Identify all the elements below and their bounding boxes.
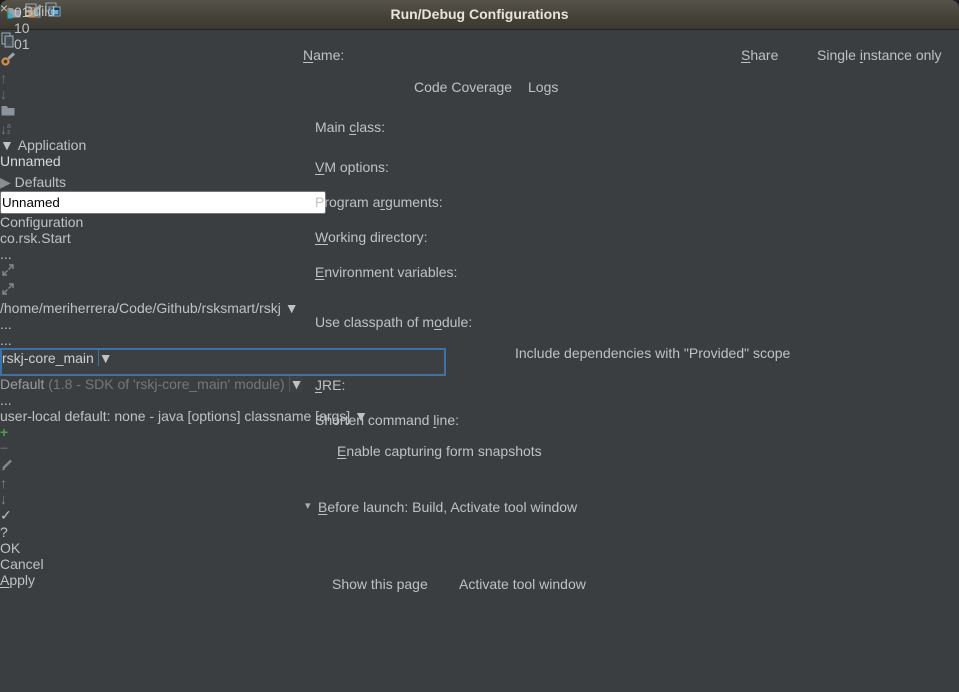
jre-label: JRE: [315,377,345,393]
folder-icon[interactable] [0,102,959,121]
edit-defaults-icon[interactable] [0,51,959,70]
name-label: Name: [303,47,344,63]
use-classpath-label: Use classpath of module: [315,314,472,330]
working-directory-browse-button[interactable]: ... [0,316,959,332]
chevron-down-icon[interactable]: ▼ [0,137,14,153]
form-snapshots-label[interactable]: Enable capturing form snapshots [337,443,542,459]
window-title: Run/Debug Configurations [0,6,959,22]
jre-browse-button[interactable]: ... [0,392,959,408]
collapse-section-icon[interactable]: ▾ [305,499,311,512]
run-debug-configurations-dialog: Run/Debug Configurations × + − ↑ ↓ ↓az ▼ [0,0,959,692]
chevron-down-icon[interactable]: ▼ [289,376,304,392]
chevron-down-icon[interactable]: ▼ [98,350,113,366]
activate-tool-window-label[interactable]: Activate tool window [459,576,586,592]
build-icon: ↓ [5,2,12,17]
main-class-browse-button[interactable]: ... [0,246,959,262]
share-label[interactable]: Share [741,47,778,63]
ok-button[interactable]: OK [0,540,70,556]
program-arguments-field[interactable] [0,281,443,300]
help-button[interactable]: ? [0,524,959,540]
vm-options-label: VM options: [315,159,389,175]
environment-variables-label: Environment variables: [315,264,457,280]
expand-field-icon[interactable] [0,284,16,300]
working-directory-label: Working directory: [315,229,428,245]
tab-configuration[interactable]: Configuration [0,214,959,230]
include-provided-label[interactable]: Include dependencies with "Provided" sco… [515,345,790,361]
sort-alphabetically-icon[interactable]: ↓az [0,121,959,137]
check-icon: ✓ [0,507,12,523]
add-task-icon[interactable]: + [0,424,959,440]
title-bar: Run/Debug Configurations × [0,0,959,30]
tree-item-unnamed[interactable]: Unnamed [0,153,959,174]
environment-variables-browse-button[interactable]: ... [0,332,959,348]
before-launch-header[interactable]: Before launch: Build, Activate tool wind… [318,499,577,515]
configurations-tree: ▼ Application Unnamed ▶ [0,137,959,191]
cancel-button[interactable]: Cancel [0,556,61,572]
tree-item-defaults[interactable]: ▶ Defaults [0,174,959,191]
move-task-up-icon[interactable]: ↑ [0,475,959,491]
jre-combo[interactable]: Default (1.8 - SDK of 'rskj-core_main' m… [0,376,414,392]
main-class-label: Main class: [315,119,385,135]
question-icon: ? [0,524,8,540]
tree-item-application[interactable]: ▼ Application [0,137,959,153]
single-instance-label[interactable]: Single instance only [817,47,942,63]
apply-button[interactable]: Apply [0,572,61,588]
chevron-down-icon[interactable]: ▼ [285,300,299,316]
show-this-page-label[interactable]: Show this page [332,576,428,592]
chevron-right-icon[interactable]: ▶ [0,174,11,190]
use-classpath-combo[interactable]: rskj-core_main ▼ [0,348,446,376]
tab-code-coverage[interactable]: Code Coverage [414,79,527,101]
program-arguments-label: Program arguments: [315,194,443,210]
tab-logs[interactable]: Logs [528,79,579,101]
shorten-command-line-label: Shorten command line: [315,412,459,428]
name-input[interactable] [0,191,326,214]
copy-configuration-icon[interactable] [0,32,959,51]
expand-field-icon[interactable] [0,265,16,281]
